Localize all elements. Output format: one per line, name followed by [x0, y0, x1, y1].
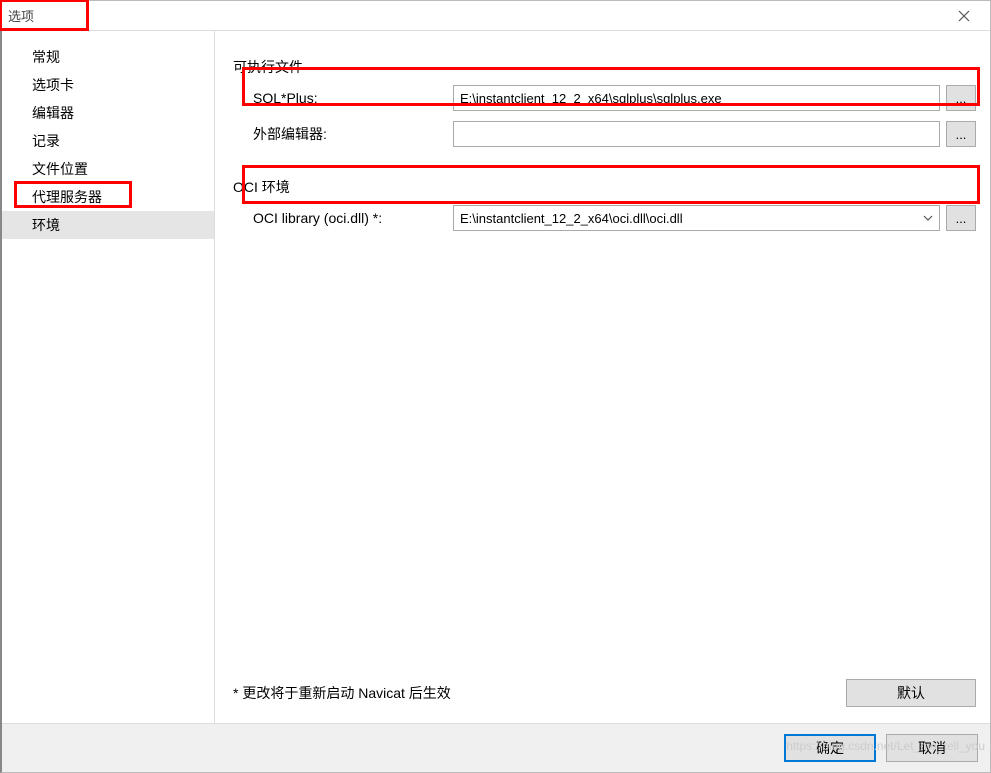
close-button[interactable]: [941, 2, 986, 30]
ellipsis-label: ...: [956, 91, 967, 106]
sidebar-item-environment[interactable]: 环境: [2, 211, 214, 239]
content-panel: 可执行文件 SQL*Plus: ... 外部编辑器: ... OCI 环境 OC…: [215, 31, 990, 723]
sidebar-item-label: 编辑器: [32, 105, 74, 121]
sidebar-item-records[interactable]: 记录: [2, 127, 214, 155]
cancel-button[interactable]: 取消: [886, 734, 978, 762]
sidebar-item-editor[interactable]: 编辑器: [2, 99, 214, 127]
oci-dropdown[interactable]: E:\instantclient_12_2_x64\oci.dll\oci.dl…: [453, 205, 940, 231]
sqlplus-browse-button[interactable]: ...: [946, 85, 976, 111]
external-editor-label: 外部编辑器:: [253, 124, 453, 144]
oci-label: OCI library (oci.dll) *:: [253, 210, 453, 226]
dialog-footer: 确定 取消: [2, 724, 990, 772]
default-button[interactable]: 默认: [846, 679, 976, 707]
sidebar-item-label: 代理服务器: [32, 189, 102, 205]
external-editor-input[interactable]: [453, 121, 940, 147]
sqlplus-input[interactable]: [453, 85, 940, 111]
external-editor-row: 外部编辑器: ...: [233, 121, 976, 147]
sidebar-item-proxy[interactable]: 代理服务器: [2, 183, 214, 211]
sidebar-item-label: 选项卡: [32, 77, 74, 93]
external-editor-browse-button[interactable]: ...: [946, 121, 976, 147]
sidebar: 常规 选项卡 编辑器 记录 文件位置 代理服务器 环境: [2, 31, 215, 723]
restart-note: * 更改将于重新启动 Navicat 后生效: [233, 683, 451, 703]
ellipsis-label: ...: [956, 127, 967, 142]
oci-value: E:\instantclient_12_2_x64\oci.dll\oci.dl…: [460, 211, 923, 226]
sidebar-item-label: 常规: [32, 49, 60, 65]
sidebar-item-label: 环境: [32, 217, 60, 233]
ellipsis-label: ...: [956, 211, 967, 226]
oci-browse-button[interactable]: ...: [946, 205, 976, 231]
sqlplus-row: SQL*Plus: ...: [233, 85, 976, 111]
sqlplus-label: SQL*Plus:: [253, 90, 453, 106]
ok-button[interactable]: 确定: [784, 734, 876, 762]
sidebar-item-label: 文件位置: [32, 161, 88, 177]
chevron-down-icon: [923, 213, 933, 224]
sidebar-item-label: 记录: [32, 133, 60, 149]
executables-section-title: 可执行文件: [233, 57, 976, 77]
oci-section-title: OCI 环境: [233, 177, 976, 197]
sidebar-item-tabs[interactable]: 选项卡: [2, 71, 214, 99]
close-icon: [958, 10, 970, 22]
sidebar-item-general[interactable]: 常规: [2, 43, 214, 71]
window-title: 选项: [6, 6, 941, 25]
titlebar: 选项: [2, 1, 990, 31]
sidebar-item-file-location[interactable]: 文件位置: [2, 155, 214, 183]
oci-row: OCI library (oci.dll) *: E:\instantclien…: [233, 205, 976, 231]
